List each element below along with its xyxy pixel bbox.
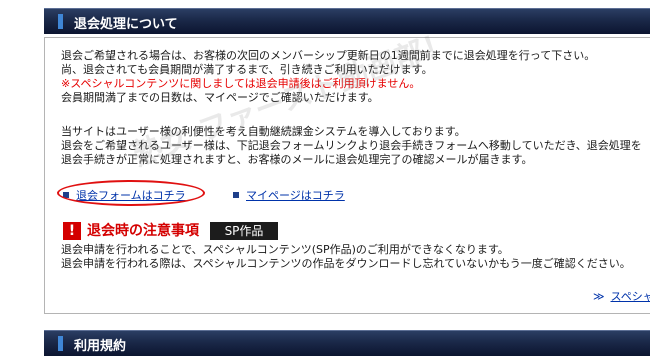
notice-title: 退会時の注意事項: [87, 223, 199, 239]
text-line: 退会をご希望されるユーザー様は、下記退会フォームリンクより退会手続きフォームへ移…: [61, 139, 642, 152]
text-line: 尚、退会されても会員期間が満了するまで、引き続きご利用いただけます。: [61, 63, 433, 76]
notice-text: 退会申請を行われる際は、スペシャルコンテンツの作品をダウンロードし忘れていないか…: [61, 257, 631, 270]
section-header-withdrawal: 退会処理について: [44, 8, 650, 34]
bullet-icon: [233, 192, 239, 198]
warning-text: ※スペシャルコンテンツに関しましては退会申請後はご利用頂けません。: [61, 77, 421, 90]
text-line: 退会手続きが正常に処理されますと、お客様のメールに退会処理完了の確認メールが届き…: [61, 153, 533, 166]
mypage-link[interactable]: マイページはコチラ: [246, 189, 345, 202]
header-accent-bar: [58, 336, 63, 351]
warning-icon: !: [63, 222, 81, 240]
mypage-link-item[interactable]: マイページはコチラ: [233, 187, 345, 203]
withdrawal-panel: 退会ご希望される場合は、お客様の次回のメンバーシップ更新日の1週間前までに退会処…: [44, 25, 650, 314]
special-link-label[interactable]: スペシャ: [611, 290, 650, 303]
withdraw-form-link-item[interactable]: 退会フォームはコチラ: [57, 180, 205, 206]
double-chevron-right-icon: ≫: [593, 290, 605, 303]
section-title: 利用規約: [74, 339, 127, 354]
highlight-circle: [57, 180, 205, 206]
section-title: 退会処理について: [74, 17, 178, 32]
header-accent-bar: [58, 14, 63, 29]
text-line: 当サイトはユーザー様の利便性を考え自動継続課金システムを導入しております。: [61, 125, 466, 138]
section-header-terms: 利用規約: [44, 330, 650, 356]
notice-text: 退会申請を行われることで、スペシャルコンテンツ(SP作品)のご利用ができなくなり…: [61, 243, 509, 256]
text-line: 退会ご希望される場合は、お客様の次回のメンバーシップ更新日の1週間前までに退会処…: [61, 49, 596, 62]
text-line: 会員期間満了までの日数は、マイページでご確認いただけます。: [61, 91, 379, 104]
sp-badge: SP作品: [210, 222, 278, 240]
special-more-link[interactable]: ≫ スペシャ: [593, 288, 650, 304]
